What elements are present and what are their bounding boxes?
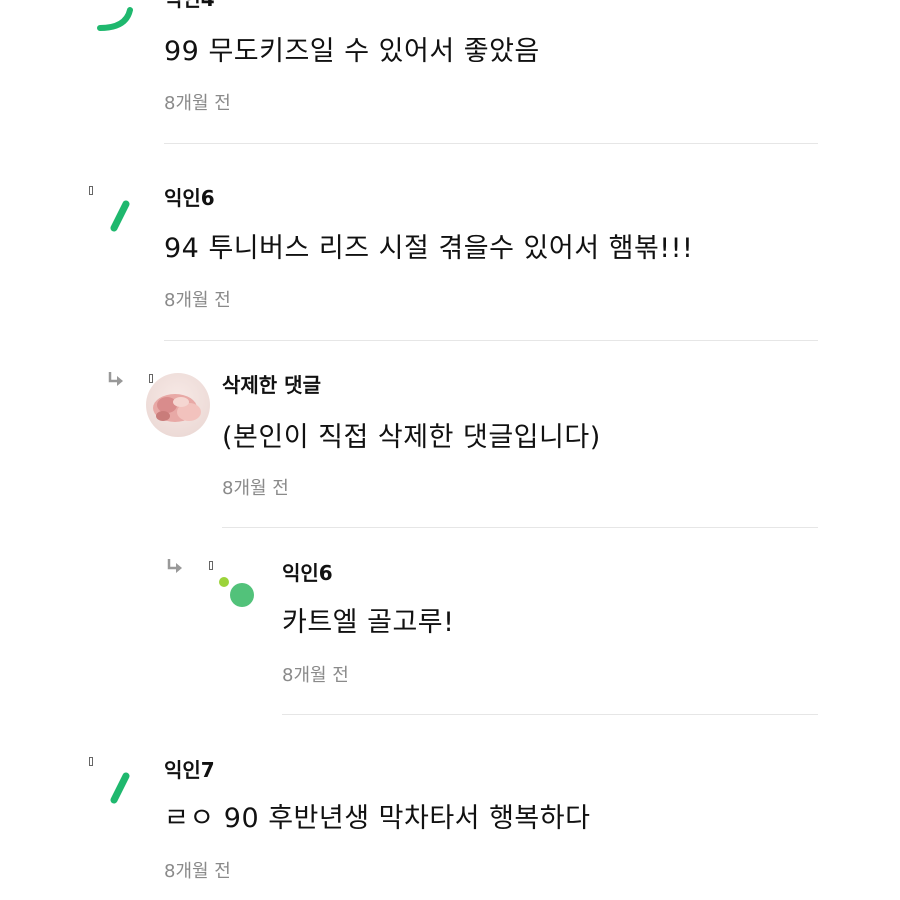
reply-body: 카트엘 골고루! (282, 607, 455, 638)
comment-body: 99 무도키즈일 수 있어서 좋았음 (164, 36, 540, 67)
reply-time: 8개월 전 (222, 478, 289, 499)
comment-body: ㄹㅇ 90 후반년생 막차타서 행복하다 (164, 803, 591, 834)
reply-time: 8개월 전 (282, 665, 349, 686)
comment-time: 8개월 전 (164, 93, 231, 114)
green-stroke-avatar-icon[interactable] (96, 0, 136, 36)
comment-nickname[interactable]: 익인4 (164, 0, 215, 11)
green-stroke-avatar-icon[interactable] (106, 772, 132, 806)
green-dots-avatar-icon[interactable] (214, 572, 258, 610)
anon-marker-icon (209, 561, 213, 570)
anon-marker-icon (89, 186, 93, 195)
comment-time: 8개월 전 (164, 290, 231, 311)
comment-divider (164, 340, 818, 341)
reply-nickname[interactable]: 익인6 (282, 561, 333, 585)
reply-arrow-icon (167, 559, 182, 573)
reply-arrow-icon (108, 372, 123, 386)
comment-divider (222, 527, 818, 528)
comment-divider (282, 714, 818, 715)
comment-nickname[interactable]: 익인7 (164, 758, 215, 782)
comment-body: 94 투니버스 리즈 시절 겪을수 있어서 햄볶!!! (164, 233, 694, 264)
pink-photo-avatar[interactable] (145, 372, 211, 438)
comment-nickname[interactable]: 익인6 (164, 186, 215, 210)
reply-body: (본인이 직접 삭제한 댓글입니다) (222, 422, 601, 453)
reply-nickname[interactable]: 삭제한 댓글 (222, 373, 321, 397)
comment-time: 8개월 전 (164, 861, 231, 882)
green-stroke-avatar-icon[interactable] (106, 200, 132, 234)
anon-marker-icon (89, 757, 93, 766)
comment-divider (164, 143, 818, 144)
